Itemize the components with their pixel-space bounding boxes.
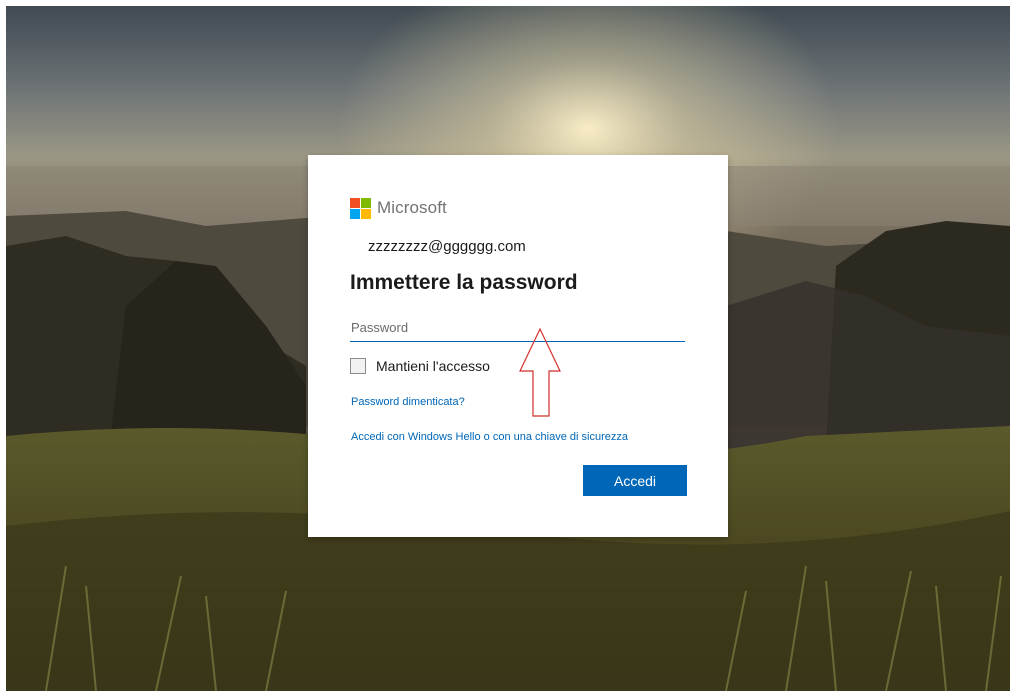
page-title: Immettere la password xyxy=(350,271,578,294)
forgot-password-link[interactable]: Password dimenticata? xyxy=(351,396,465,408)
signin-button[interactable]: Accedi xyxy=(583,465,687,496)
signin-card: Microsoft zzzzzzzz@gggggg.com Immettere … xyxy=(308,155,728,537)
logo-square-blue xyxy=(350,208,360,219)
checkbox-box[interactable] xyxy=(350,358,366,374)
password-input[interactable] xyxy=(350,313,685,342)
keep-signed-in-label: Mantieni l'accesso xyxy=(376,358,490,374)
login-screen: Microsoft zzzzzzzz@gggggg.com Immettere … xyxy=(0,0,1016,695)
logo-square-green xyxy=(361,197,371,208)
keep-signed-in-checkbox[interactable]: Mantieni l'accesso xyxy=(350,358,490,374)
logo-square-red xyxy=(350,197,360,208)
account-identity[interactable]: zzzzzzzz@gggggg.com xyxy=(368,238,526,255)
brand-name: Microsoft xyxy=(377,198,447,217)
microsoft-logo: Microsoft xyxy=(350,197,447,219)
logo-square-yellow xyxy=(361,208,371,219)
microsoft-logo-icon xyxy=(350,197,371,219)
windows-hello-link[interactable]: Accedi con Windows Hello o con una chiav… xyxy=(351,431,628,443)
